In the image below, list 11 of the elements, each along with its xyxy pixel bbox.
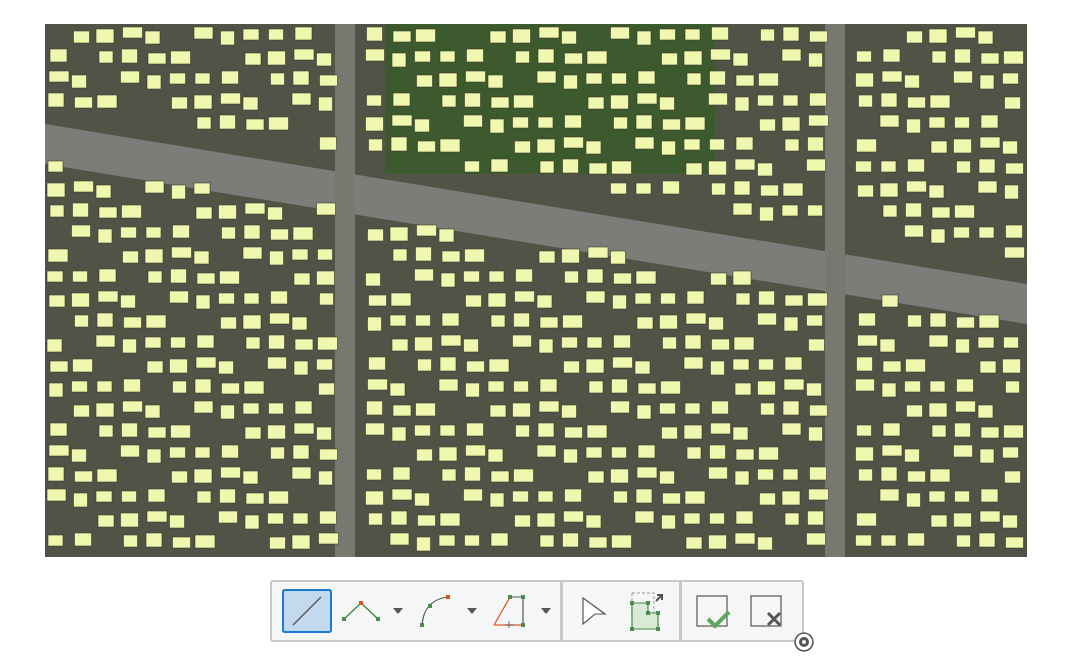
settings-icon[interactable] [794, 632, 814, 652]
caret-icon [541, 608, 551, 614]
polyline-icon [341, 600, 381, 622]
finish-check-icon [694, 593, 732, 629]
line-icon [290, 594, 324, 628]
pointer-icon [581, 596, 607, 626]
polygon-trace-icon [491, 594, 527, 628]
caret-icon [467, 608, 477, 614]
line-tool-button[interactable] [282, 589, 332, 633]
caret-icon [393, 608, 403, 614]
arc-icon [418, 594, 452, 628]
